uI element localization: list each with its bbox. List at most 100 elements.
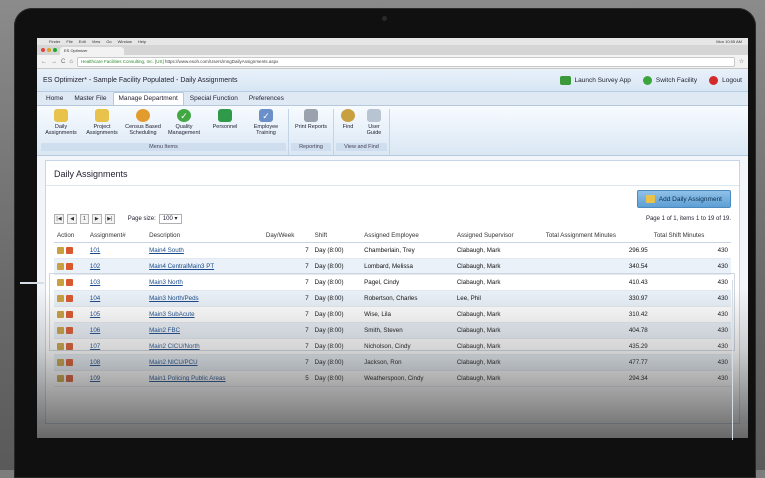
menu-go[interactable]: Go	[106, 39, 111, 44]
edit-icon[interactable]	[57, 279, 64, 286]
description[interactable]: Main4 South	[149, 247, 184, 254]
menu-edit[interactable]: Edit	[79, 39, 86, 44]
minimize-window-button[interactable]	[47, 48, 51, 52]
col-action[interactable]: Action	[54, 228, 87, 243]
employee-training-button[interactable]: ✓ Employee Training	[246, 109, 286, 143]
add-daily-assignment-label: Add Daily Assignment	[658, 195, 722, 203]
delete-icon[interactable]	[66, 359, 73, 366]
description-cell: Main4 CentralMain3 PT	[146, 258, 263, 275]
delete-icon[interactable]	[66, 343, 73, 350]
print-reports-button[interactable]: Print Reports	[291, 109, 331, 143]
assignment-number[interactable]: 108	[90, 359, 100, 366]
table-row[interactable]: 107 Main2 CICU/North 7 Day (8:00) Nicholson,…	[54, 338, 731, 355]
delete-icon[interactable]	[66, 247, 73, 254]
edit-icon[interactable]	[57, 295, 64, 302]
table-row[interactable]: 108 Main2 NICU/PCU 7 Day (8:00) Jackson, Ron…	[54, 354, 731, 371]
project-assignments-button[interactable]: Project Assignments	[82, 109, 122, 143]
daily-assignments-button[interactable]: Daily Assignments	[41, 109, 81, 143]
switch-arrow-icon	[642, 75, 652, 85]
table-row[interactable]: 106 Main2 FBC 7 Day (8:00) Smith, Steven Clab…	[54, 322, 731, 339]
assignment-number[interactable]: 107	[90, 343, 100, 350]
description[interactable]: Main2 NICU/PCU	[149, 359, 197, 366]
delete-icon[interactable]	[66, 279, 73, 286]
user-guide-button[interactable]: User Guide	[361, 109, 387, 143]
next-page-button[interactable]: ▶	[91, 214, 102, 224]
edit-icon[interactable]	[57, 247, 64, 254]
logout-button[interactable]: Logout	[709, 75, 742, 85]
prev-page-button[interactable]: ◀	[67, 214, 77, 224]
census-based-scheduling-button[interactable]: Census Based Scheduling	[123, 109, 163, 143]
edit-icon[interactable]	[57, 343, 64, 350]
switch-facility-button[interactable]: Switch Facility	[642, 75, 697, 85]
col-shift[interactable]: Shift	[311, 228, 362, 243]
tab-preferences[interactable]: Preferences	[244, 93, 289, 105]
description[interactable]: Main4 CentralMain3 PT	[149, 263, 214, 270]
launch-survey-app-button[interactable]: Launch Survey App	[559, 75, 631, 85]
edit-icon[interactable]	[57, 375, 64, 382]
description[interactable]: Main1 Policing Public Areas	[149, 375, 225, 382]
description[interactable]: Main3 SubAcute	[149, 311, 194, 318]
close-window-button[interactable]	[41, 48, 45, 52]
assignment-number[interactable]: 109	[90, 375, 100, 382]
quality-management-button[interactable]: ✓ Quality Management	[164, 109, 204, 143]
description[interactable]: Main2 FBC	[149, 327, 180, 334]
edit-icon[interactable]	[57, 327, 64, 334]
description[interactable]: Main2 CICU/North	[149, 343, 200, 350]
menu-help[interactable]: Help	[138, 39, 146, 44]
url-field[interactable]: Healthcare Facilities Consulting, Inc. […	[76, 56, 735, 67]
description[interactable]: Main3 North/Peds	[149, 295, 199, 302]
find-button[interactable]: Find	[336, 109, 360, 143]
col-supervisor[interactable]: Assigned Supervisor	[453, 228, 543, 243]
col-total-shift-minutes[interactable]: Total Shift Minutes	[650, 228, 731, 243]
day-week-cell: 7	[262, 306, 312, 323]
assignment-number[interactable]: 105	[90, 311, 100, 318]
assignment-number[interactable]: 103	[90, 279, 100, 286]
edit-icon[interactable]	[57, 311, 64, 318]
table-row[interactable]: 109 Main1 Policing Public Areas 5 Day (8:00…	[54, 370, 731, 387]
assignment-number[interactable]: 104	[90, 295, 100, 302]
first-page-button[interactable]: |◀	[54, 214, 64, 224]
table-row[interactable]: 103 Main3 North 7 Day (8:00) Pagel, Cindy Cla…	[54, 274, 731, 291]
last-page-button[interactable]: ▶|	[104, 214, 115, 224]
personnel-button[interactable]: Personnel	[205, 109, 245, 143]
table-row[interactable]: 104 Main3 North/Peds 7 Day (8:00) Robertson,…	[54, 290, 731, 307]
tab-master-file[interactable]: Master File	[69, 93, 111, 105]
menu-file[interactable]: File	[66, 39, 72, 44]
delete-icon[interactable]	[66, 311, 73, 318]
forward-icon[interactable]: →	[51, 59, 57, 65]
reload-icon[interactable]: C	[61, 59, 65, 65]
tab-manage-department[interactable]: Manage Department	[112, 92, 184, 105]
add-daily-assignment-button[interactable]: Add Daily Assignment	[636, 190, 731, 208]
page-size-select[interactable]: 100 ▾	[158, 214, 182, 224]
description[interactable]: Main3 North	[149, 279, 183, 286]
bookmark-star-icon[interactable]: ☆	[739, 58, 744, 65]
tab-special-function[interactable]: Special Function	[185, 93, 243, 105]
table-row[interactable]: 101 Main4 South 7 Day (8:00) Chamberlain, Tr…	[54, 242, 731, 259]
page-number[interactable]: 1	[80, 214, 89, 224]
table-row[interactable]: 102 Main4 CentralMain3 PT 7 Day (8:00) Lomba…	[54, 258, 731, 275]
day-week-cell: 5	[262, 370, 312, 387]
edit-icon[interactable]	[57, 359, 64, 366]
menu-finder[interactable]: Finder	[49, 39, 60, 44]
delete-icon[interactable]	[66, 263, 73, 270]
assignment-number[interactable]: 102	[90, 263, 100, 270]
col-assignment[interactable]: Assignment#	[86, 228, 147, 243]
home-icon[interactable]: ⌂	[69, 59, 73, 65]
assignment-number[interactable]: 101	[90, 247, 100, 254]
zoom-window-button[interactable]	[53, 48, 57, 52]
delete-icon[interactable]	[66, 295, 73, 302]
back-icon[interactable]: ←	[41, 59, 47, 65]
delete-icon[interactable]	[66, 375, 73, 382]
delete-icon[interactable]	[66, 327, 73, 334]
menu-window[interactable]: Window	[118, 39, 132, 44]
col-day-week[interactable]: Day/Week	[262, 228, 312, 243]
tab-home[interactable]: Home	[41, 93, 68, 105]
assignment-number[interactable]: 106	[90, 327, 100, 334]
col-employee[interactable]: Assigned Employee	[361, 228, 454, 243]
menu-view[interactable]: View	[92, 39, 101, 44]
table-row[interactable]: 105 Main3 SubAcute 7 Day (8:00) Wise, Lila Cl…	[54, 306, 731, 323]
col-description[interactable]: Description	[146, 228, 263, 243]
edit-icon[interactable]	[57, 263, 64, 270]
col-total-assignment-minutes[interactable]: Total Assignment Minutes	[542, 228, 651, 243]
browser-tab[interactable]: ES Optimizer	[60, 47, 124, 55]
